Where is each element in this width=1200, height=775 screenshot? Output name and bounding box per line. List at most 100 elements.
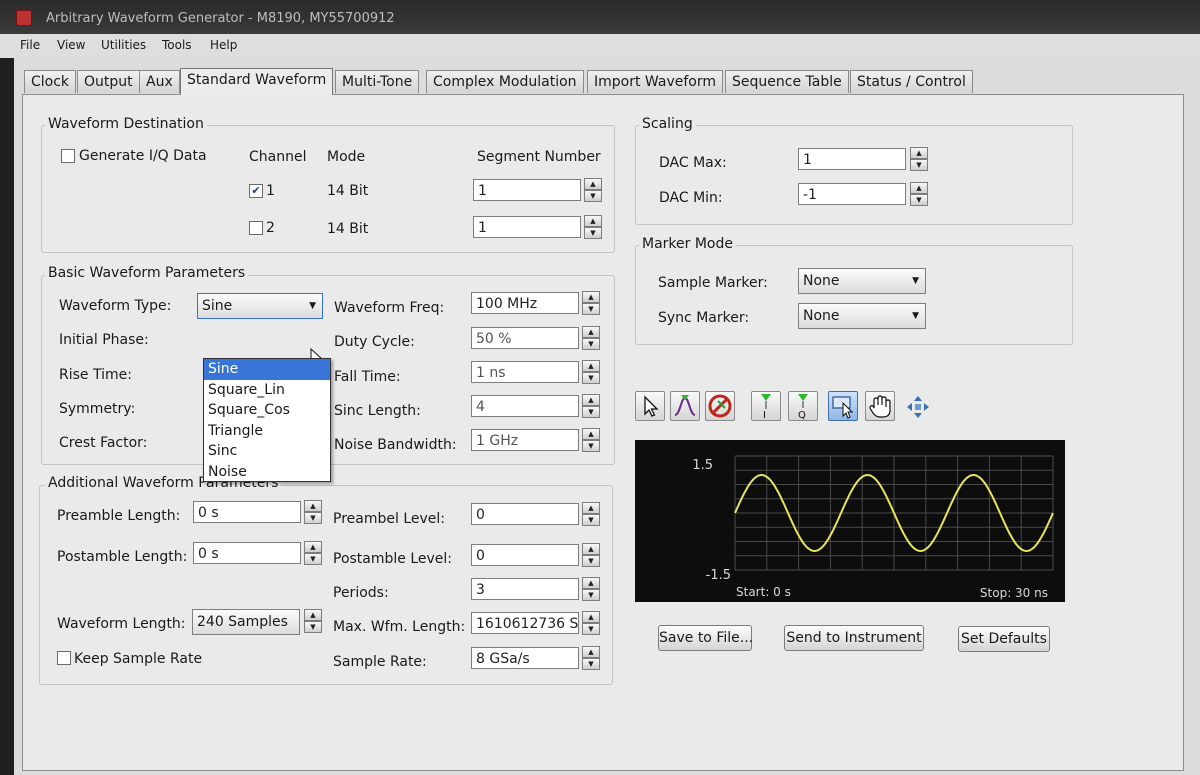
fall-time-input[interactable]: 1 ns xyxy=(471,361,579,383)
channel-2-checkbox[interactable] xyxy=(249,221,263,235)
send-to-instrument-button[interactable]: Send to Instrument xyxy=(784,625,924,651)
dac-min-input[interactable]: -1 xyxy=(798,183,906,205)
sample-rate-input[interactable]: 8 GSa/s xyxy=(471,647,579,669)
waveform-plot[interactable]: 1.5 -1.5 Start: 0 s Stop: 30 ns xyxy=(635,440,1065,602)
tab-status-control[interactable]: Status / Control xyxy=(850,70,973,93)
sample-rate-label: Sample Rate: xyxy=(333,654,427,670)
generate-iq-label: Generate I/Q Data xyxy=(79,148,207,164)
postamble-level-input[interactable]: 0 xyxy=(471,544,579,566)
clear-markers-button[interactable] xyxy=(705,391,735,421)
max-wfm-length-spinner[interactable]: ▲ ▼ xyxy=(582,611,600,635)
marker-mode-group xyxy=(635,245,1073,345)
sinc-length-input[interactable]: 4 xyxy=(471,395,579,417)
dac-min-label: DAC Min: xyxy=(659,190,723,206)
window-title: Arbitrary Waveform Generator - M8190, MY… xyxy=(46,11,395,26)
save-to-file-button[interactable]: Save to File... xyxy=(658,625,753,651)
waveform-type-option[interactable]: Square_Cos xyxy=(204,400,330,421)
channel-2-segment-input[interactable]: 1 xyxy=(473,216,581,238)
tab-standard-waveform[interactable]: Standard Waveform xyxy=(180,68,334,95)
move-arrows-button[interactable] xyxy=(905,394,931,420)
set-defaults-button[interactable]: Set Defaults xyxy=(958,626,1050,652)
noise-bandwidth-input[interactable]: 1 GHz xyxy=(471,429,579,451)
menu-bar: File View Utilities Tools Help xyxy=(0,34,1200,58)
keep-sample-rate-label: Keep Sample Rate xyxy=(74,651,203,667)
keep-sample-rate-checkbox[interactable] xyxy=(57,651,71,665)
duty-cycle-input[interactable]: 50 % xyxy=(471,327,579,349)
dac-max-spinner[interactable]: ▲ ▼ xyxy=(910,147,928,171)
periods-spinner[interactable]: ▲ ▼ xyxy=(582,577,600,601)
waveform-length-input[interactable]: 240 Samples xyxy=(192,609,300,635)
waveform-type-select[interactable]: Sine ▼ xyxy=(197,293,323,319)
channel-2-segment-spinner[interactable]: ▲ ▼ xyxy=(584,215,602,239)
channel-2-label: 2 xyxy=(266,220,275,236)
hand-pan-icon xyxy=(869,395,891,418)
rise-time-label: Rise Time: xyxy=(59,367,132,383)
sinc-length-spinner[interactable]: ▲ ▼ xyxy=(582,394,600,418)
zoom-select-button[interactable] xyxy=(828,391,858,421)
postamble-length-spinner[interactable]: ▲ ▼ xyxy=(304,541,322,565)
channel-2-mode: 14 Bit xyxy=(327,221,369,237)
waveform-type-option[interactable]: Square_Lin xyxy=(204,380,330,401)
tab-import-waveform[interactable]: Import Waveform xyxy=(587,70,723,93)
q-marker-button[interactable]: Q xyxy=(788,391,818,421)
channel-1-checkbox[interactable]: ✔ xyxy=(249,184,263,198)
max-wfm-length-input[interactable]: 1610612736 Sa xyxy=(471,612,579,634)
tab-complex-modulation[interactable]: Complex Modulation xyxy=(426,70,584,93)
menu-tools[interactable]: Tools xyxy=(162,38,192,52)
scaling-group xyxy=(635,125,1073,225)
waveform-freq-input[interactable]: 100 MHz xyxy=(471,292,579,314)
waveform-type-option[interactable]: Triangle xyxy=(204,421,330,442)
segment-number-header: Segment Number xyxy=(477,149,601,165)
preamble-length-input[interactable]: 0 s xyxy=(193,501,301,523)
sync-marker-select[interactable]: None ▼ xyxy=(798,303,926,329)
sample-rate-spinner[interactable]: ▲ ▼ xyxy=(582,646,600,670)
waveform-type-option[interactable]: Sine xyxy=(204,359,330,380)
periods-input[interactable]: 3 xyxy=(471,578,579,600)
waveform-plot-svg: 1.5 -1.5 Start: 0 s Stop: 30 ns xyxy=(692,455,1054,600)
waveform-length-spinner[interactable]: ▲ ▼ xyxy=(304,609,322,633)
waveform-type-option[interactable]: Noise xyxy=(204,462,330,483)
sample-marker-select[interactable]: None ▼ xyxy=(798,268,926,294)
pan-tool-button[interactable] xyxy=(865,391,895,421)
menu-file[interactable]: File xyxy=(20,38,40,52)
chevron-down-icon: ▼ xyxy=(912,276,919,286)
waveform-freq-spinner[interactable]: ▲ ▼ xyxy=(582,291,600,315)
preambel-level-input[interactable]: 0 xyxy=(471,503,579,525)
tab-output[interactable]: Output xyxy=(77,70,140,93)
tab-multi-tone[interactable]: Multi-Tone xyxy=(335,70,420,93)
channel-1-mode: 14 Bit xyxy=(327,183,369,199)
waveform-length-label: Waveform Length: xyxy=(57,616,186,632)
pointer-tool-button[interactable] xyxy=(635,391,665,421)
menu-utilities[interactable]: Utilities xyxy=(101,38,146,52)
menu-help[interactable]: Help xyxy=(210,38,237,52)
dac-min-spinner[interactable]: ▲ ▼ xyxy=(910,182,928,206)
postamble-length-input[interactable]: 0 s xyxy=(193,542,301,564)
tab-clock[interactable]: Clock xyxy=(24,70,77,93)
tab-aux[interactable]: Aux xyxy=(139,70,180,93)
fall-time-spinner[interactable]: ▲ ▼ xyxy=(582,360,600,384)
sync-marker-label: Sync Marker: xyxy=(658,310,750,326)
generate-iq-checkbox[interactable] xyxy=(61,149,75,163)
app-icon xyxy=(16,10,32,26)
duty-cycle-label: Duty Cycle: xyxy=(334,334,415,350)
title-bar: Arbitrary Waveform Generator - M8190, MY… xyxy=(0,0,1200,34)
waveform-type-option[interactable]: Sinc xyxy=(204,441,330,462)
preamble-length-spinner[interactable]: ▲ ▼ xyxy=(304,500,322,524)
preambel-level-spinner[interactable]: ▲ ▼ xyxy=(582,502,600,526)
svg-text:I: I xyxy=(763,410,766,420)
channel-1-segment-spinner[interactable]: ▲ ▼ xyxy=(584,178,602,202)
sample-marker-label: Sample Marker: xyxy=(658,275,768,291)
tab-sequence-table[interactable]: Sequence Table xyxy=(725,70,849,93)
peak-tool-button[interactable] xyxy=(670,391,700,421)
dac-max-input[interactable]: 1 xyxy=(798,148,906,170)
i-marker-button[interactable]: I xyxy=(751,391,781,421)
waveform-type-dropdown-list[interactable]: Sine Square_Lin Square_Cos Triangle Sinc… xyxy=(203,358,331,482)
channel-1-segment-input[interactable]: 1 xyxy=(473,179,581,201)
noise-bandwidth-spinner[interactable]: ▲ ▼ xyxy=(582,428,600,452)
postamble-level-spinner[interactable]: ▲ ▼ xyxy=(582,543,600,567)
main-window: Clock Output Aux Standard Waveform Multi… xyxy=(14,58,1200,775)
svg-text:Q: Q xyxy=(798,410,806,420)
waveform-freq-label: Waveform Freq: xyxy=(334,300,445,316)
duty-cycle-spinner[interactable]: ▲ ▼ xyxy=(582,326,600,350)
menu-view[interactable]: View xyxy=(57,38,85,52)
